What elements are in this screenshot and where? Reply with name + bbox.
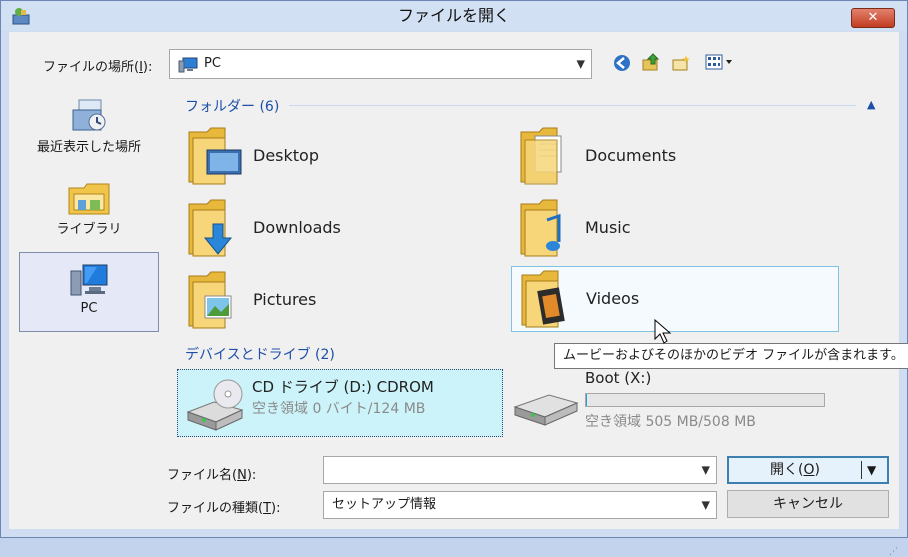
folder-name: Music bbox=[585, 218, 631, 237]
close-button[interactable]: ✕ bbox=[851, 8, 895, 28]
devices-group-header[interactable]: デバイスとドライブ (2) bbox=[185, 344, 335, 364]
window-title: ファイルを開く bbox=[397, 6, 510, 25]
pc-small-icon bbox=[178, 57, 198, 73]
resize-grip-icon[interactable]: ⋰ bbox=[889, 547, 898, 557]
folder-name: Pictures bbox=[253, 290, 317, 309]
folders-group-header[interactable]: フォルダー (6) bbox=[185, 96, 279, 116]
place-libraries[interactable]: ライブラリ bbox=[19, 178, 159, 244]
open-file-dialog: ファイルを開く ✕ ファイルの場所(I): PC ▼ 最近表示した場所 ライブラ… bbox=[0, 0, 908, 557]
drive-cd[interactable]: CD ドライブ (D:) CDROM 空き領域 0 バイト/124 MB bbox=[177, 369, 503, 437]
location-combo[interactable]: PC ▼ bbox=[169, 49, 592, 79]
new-folder-icon[interactable] bbox=[671, 54, 691, 72]
folder-downloads[interactable]: Downloads bbox=[179, 196, 509, 260]
drive-name: Boot (X:) bbox=[585, 369, 652, 387]
title-bar[interactable]: ファイルを開く ✕ bbox=[1, 1, 907, 31]
folder-name: Downloads bbox=[253, 218, 341, 237]
cancel-button[interactable]: キャンセル bbox=[727, 490, 889, 518]
place-recent[interactable]: 最近表示した場所 bbox=[19, 96, 159, 162]
filetype-label: ファイルの種類(T): bbox=[167, 501, 281, 516]
pc-icon bbox=[70, 264, 108, 296]
folder-pictures[interactable]: Pictures bbox=[179, 268, 509, 332]
folder-documents[interactable]: Documents bbox=[511, 124, 841, 188]
dialog-body: ファイルの場所(I): PC ▼ 最近表示した場所 ライブラリ PC フォルダー… bbox=[9, 32, 899, 557]
folder-name: Documents bbox=[585, 146, 677, 165]
view-menu-icon[interactable] bbox=[704, 52, 736, 76]
folder-name: Desktop bbox=[253, 146, 319, 165]
music-folder-icon bbox=[520, 199, 561, 257]
filetype-value: セットアップ情報 bbox=[332, 497, 437, 512]
place-label: PC bbox=[80, 301, 98, 316]
open-button-label: 開く(O) bbox=[770, 462, 820, 478]
downloads-folder-icon bbox=[188, 199, 233, 257]
cd-drive-icon bbox=[186, 379, 244, 431]
place-label: 最近表示した場所 bbox=[36, 140, 141, 155]
hard-drive-icon bbox=[513, 394, 579, 426]
chevron-down-icon[interactable]: ▼ bbox=[577, 58, 585, 71]
filename-input[interactable]: ▼ bbox=[323, 456, 717, 484]
place-pc[interactable]: PC bbox=[19, 252, 159, 332]
places-bar: 最近表示した場所 ライブラリ PC bbox=[19, 92, 159, 374]
tooltip: ムービーおよびそのほかのビデオ ファイルが含まれます。 bbox=[554, 343, 908, 369]
folder-videos[interactable]: Videos bbox=[511, 266, 839, 332]
recent-places-icon bbox=[72, 99, 106, 131]
documents-folder-icon bbox=[520, 127, 562, 185]
place-label: ライブラリ bbox=[56, 222, 122, 237]
desktop-folder-icon bbox=[188, 127, 242, 185]
up-folder-icon[interactable] bbox=[641, 52, 661, 72]
drive-usage-fill bbox=[586, 394, 588, 406]
videos-folder-icon bbox=[521, 270, 565, 328]
drive-free-space: 空き領域 0 バイト/124 MB bbox=[252, 401, 426, 417]
collapse-chevron-icon[interactable]: ▲ bbox=[867, 98, 875, 111]
folder-desktop[interactable]: Desktop bbox=[179, 124, 509, 188]
open-dropdown-arrow-icon[interactable]: ▼ bbox=[867, 458, 876, 482]
drive-name: CD ドライブ (D:) CDROM bbox=[252, 378, 434, 396]
drive-usage-bar bbox=[585, 393, 825, 407]
mouse-cursor-icon bbox=[654, 319, 672, 344]
filename-label: ファイル名(N): bbox=[167, 468, 257, 483]
group-divider bbox=[289, 105, 856, 106]
open-button[interactable]: 開く(O) ▼ bbox=[727, 456, 889, 484]
filetype-select[interactable]: セットアップ情報 ▼ bbox=[323, 491, 717, 519]
location-value: PC bbox=[204, 56, 221, 71]
drive-free-space: 空き領域 505 MB/508 MB bbox=[585, 414, 756, 430]
back-icon[interactable] bbox=[613, 54, 631, 72]
folder-music[interactable]: Music bbox=[511, 196, 841, 260]
pictures-folder-icon bbox=[188, 271, 232, 329]
folder-name: Videos bbox=[586, 289, 640, 308]
libraries-icon bbox=[68, 183, 110, 215]
location-label: ファイルの場所(I): bbox=[43, 60, 153, 75]
chevron-down-icon[interactable]: ▼ bbox=[702, 464, 710, 477]
chevron-down-icon[interactable]: ▼ bbox=[702, 499, 710, 512]
drive-boot[interactable]: Boot (X:) 空き領域 505 MB/508 MB bbox=[511, 369, 837, 437]
